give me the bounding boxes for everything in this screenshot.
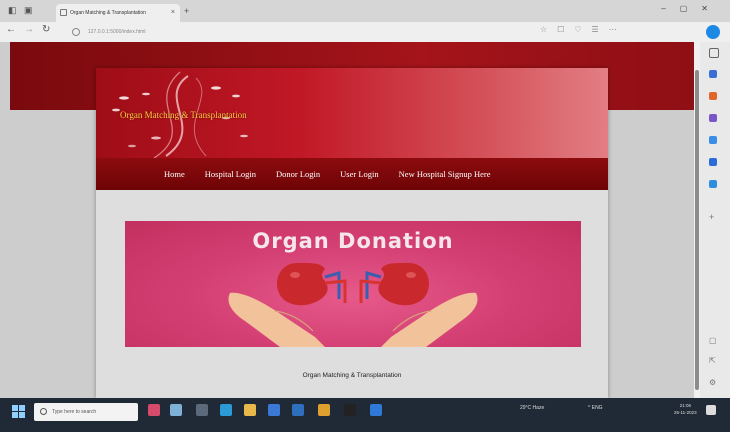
sidebar-puzzle-icon[interactable] <box>709 114 717 122</box>
nav-user-login[interactable]: User Login <box>340 169 378 179</box>
profile-icon[interactable]: ◧ <box>8 5 17 16</box>
sidebar-outlook-icon[interactable] <box>709 136 717 144</box>
forward-arrow-icon[interactable]: → <box>24 24 34 35</box>
site-banner: Organ Matching & Transplantation <box>96 68 608 158</box>
tab-close-icon[interactable]: × <box>171 4 175 22</box>
task-view-icon[interactable] <box>196 404 208 416</box>
search-icon <box>40 408 47 415</box>
system-tray[interactable]: ^ ENG <box>588 405 603 411</box>
browser-tab[interactable]: Organ Matching & Transplantation × <box>56 4 180 22</box>
nav-donor-login[interactable]: Donor Login <box>276 169 320 179</box>
taskbar-explorer-icon[interactable] <box>244 404 256 416</box>
scrollbar-thumb[interactable] <box>695 70 699 390</box>
sidebar-settings-icon[interactable]: ⚙ <box>709 378 716 387</box>
window-controls[interactable]: –▢✕ <box>661 4 722 13</box>
page-favicon-icon <box>60 9 67 16</box>
hero-banner: Organ Donation <box>125 221 581 347</box>
taskbar-search-placeholder: Type here to search <box>52 409 97 415</box>
hero-illustration <box>228 262 478 347</box>
nav-hospital-login[interactable]: Hospital Login <box>205 169 256 179</box>
taskbar-search-box[interactable]: Type here to search <box>34 403 138 421</box>
taskbar-edge-icon[interactable] <box>220 404 232 416</box>
sidebar-send-icon[interactable] <box>709 180 717 188</box>
notification-icon[interactable] <box>706 405 716 415</box>
taskbar-vscode-icon[interactable] <box>370 404 382 416</box>
clock-date: 26-11-2023 <box>674 410 697 415</box>
page-viewport: Organ Matching & Transplantation Home Ho… <box>0 42 694 398</box>
taskbar-terminal-icon[interactable] <box>344 404 356 416</box>
taskbar-clock[interactable]: 21:06 26-11-2023 <box>674 402 697 416</box>
workspaces-icon[interactable]: ▣ <box>24 5 33 16</box>
copilot-icon[interactable] <box>706 25 720 39</box>
taskbar-store-icon[interactable] <box>268 404 280 416</box>
refresh-icon[interactable]: ↻ <box>42 24 50 35</box>
new-tab-button[interactable]: + <box>184 6 189 16</box>
url-field[interactable]: 127.0.0.1:5000/index.html <box>72 26 532 38</box>
taskbar-widget-icon[interactable] <box>148 404 160 416</box>
site-info-icon[interactable] <box>72 27 80 36</box>
site-container: Organ Matching & Transplantation Home Ho… <box>96 68 608 398</box>
sidebar-drop-icon[interactable] <box>709 158 717 166</box>
tab-title: Organ Matching & Transplantation <box>70 10 146 16</box>
url-text: 127.0.0.1:5000/index.html <box>88 29 146 35</box>
back-arrow-icon[interactable]: ← <box>6 24 16 35</box>
browser-toolbar-icons[interactable]: ☆☐♡☰⋯ <box>540 25 627 34</box>
sidebar-search-icon[interactable] <box>709 48 719 58</box>
nav-home[interactable]: Home <box>164 169 185 179</box>
windows-start-icon[interactable] <box>12 405 26 419</box>
nav-new-hospital-signup[interactable]: New Hospital Signup Here <box>399 169 491 179</box>
site-footer: Organ Matching & Transplantation <box>302 372 402 379</box>
sidebar-layout-icon[interactable]: ▢ <box>709 336 717 345</box>
taskbar-chrome-icon[interactable] <box>318 404 330 416</box>
kidney-icon <box>277 262 429 306</box>
sidebar-share-icon[interactable]: ⇱ <box>709 356 716 365</box>
site-title: Organ Matching & Transplantation <box>120 110 247 120</box>
taskbar-mail-icon[interactable] <box>292 404 304 416</box>
taskbar-image-icon[interactable] <box>170 404 182 416</box>
sidebar-tag-icon[interactable] <box>709 70 717 78</box>
hands-icon <box>228 292 478 347</box>
sidebar-briefcase-icon[interactable] <box>709 92 717 100</box>
clock-time: 21:06 <box>679 403 691 408</box>
main-nav: Home Hospital Login Donor Login User Log… <box>96 158 608 190</box>
sidebar-add-icon[interactable]: + <box>709 212 714 222</box>
taskbar-weather[interactable]: 29°C Haze <box>520 405 544 411</box>
